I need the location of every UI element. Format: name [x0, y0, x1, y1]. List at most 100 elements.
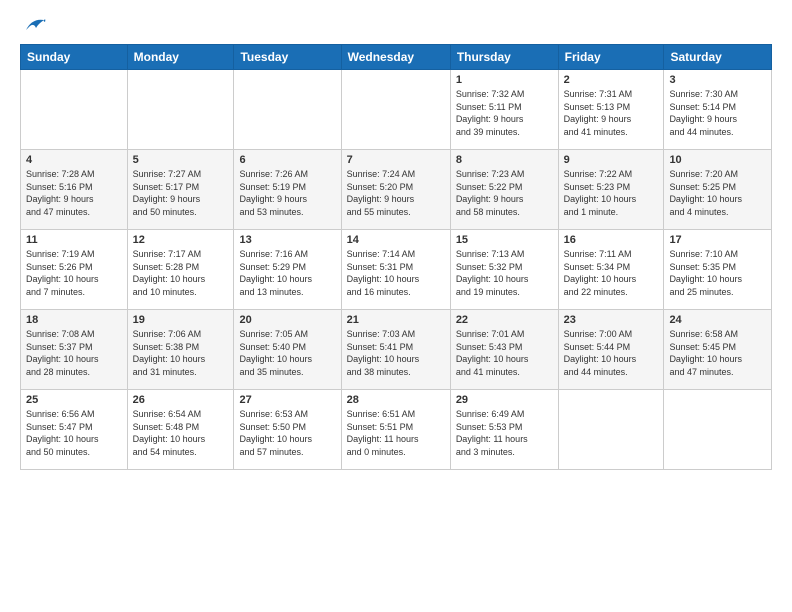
day-number: 15	[456, 234, 553, 246]
day-info: Sunrise: 7:22 AMSunset: 5:23 PMDaylight:…	[564, 168, 659, 218]
table-row: 10 Sunrise: 7:20 AMSunset: 5:25 PMDayligh…	[664, 150, 772, 230]
day-number: 23	[564, 314, 659, 326]
table-row	[127, 70, 234, 150]
table-row: 16 Sunrise: 7:11 AMSunset: 5:34 PMDayligh…	[558, 230, 664, 310]
table-row: 11Sunrise: 7:19 AMSunset: 5:26 PMDayligh…	[21, 230, 128, 310]
day-info: Sunrise: 7:24 AMSunset: 5:20 PMDaylight:…	[347, 168, 445, 218]
day-info: Sunrise: 7:20 AMSunset: 5:25 PMDaylight:…	[669, 168, 766, 218]
table-row	[234, 70, 341, 150]
day-info: Sunrise: 6:49 AMSunset: 5:53 PMDaylight:…	[456, 408, 553, 458]
table-row	[558, 390, 664, 470]
table-row: 7 Sunrise: 7:24 AMSunset: 5:20 PMDaylight…	[341, 150, 450, 230]
day-number: 29	[456, 394, 553, 406]
day-number: 6	[239, 154, 335, 166]
table-row: 2 Sunrise: 7:31 AMSunset: 5:13 PMDaylight…	[558, 70, 664, 150]
day-number: 24	[669, 314, 766, 326]
table-row: 5 Sunrise: 7:27 AMSunset: 5:17 PMDaylight…	[127, 150, 234, 230]
day-info: Sunrise: 7:27 AMSunset: 5:17 PMDaylight:…	[133, 168, 229, 218]
calendar-week-row: 4Sunrise: 7:28 AMSunset: 5:16 PMDaylight…	[21, 150, 772, 230]
day-number: 11	[26, 234, 122, 246]
day-number: 8	[456, 154, 553, 166]
table-row: 18Sunrise: 7:08 AMSunset: 5:37 PMDayligh…	[21, 310, 128, 390]
logo-bird-icon	[24, 16, 46, 34]
day-number: 26	[133, 394, 229, 406]
day-number: 22	[456, 314, 553, 326]
calendar-week-row: 11Sunrise: 7:19 AMSunset: 5:26 PMDayligh…	[21, 230, 772, 310]
day-info: Sunrise: 7:11 AMSunset: 5:34 PMDaylight:…	[564, 248, 659, 298]
table-row: 20 Sunrise: 7:05 AMSunset: 5:40 PMDayligh…	[234, 310, 341, 390]
table-row: 17 Sunrise: 7:10 AMSunset: 5:35 PMDayligh…	[664, 230, 772, 310]
table-row: 22 Sunrise: 7:01 AMSunset: 5:43 PMDayligh…	[450, 310, 558, 390]
day-number: 14	[347, 234, 445, 246]
table-row: 14 Sunrise: 7:14 AMSunset: 5:31 PMDayligh…	[341, 230, 450, 310]
table-row: 21 Sunrise: 7:03 AMSunset: 5:41 PMDayligh…	[341, 310, 450, 390]
day-info: Sunrise: 7:30 AMSunset: 5:14 PMDaylight:…	[669, 88, 766, 138]
day-info: Sunrise: 7:06 AMSunset: 5:38 PMDaylight:…	[133, 328, 229, 378]
table-row: 25Sunrise: 6:56 AMSunset: 5:47 PMDayligh…	[21, 390, 128, 470]
page: Sunday Monday Tuesday Wednesday Thursday…	[0, 0, 792, 612]
col-saturday: Saturday	[664, 45, 772, 70]
day-number: 10	[669, 154, 766, 166]
day-number: 7	[347, 154, 445, 166]
table-row: 3 Sunrise: 7:30 AMSunset: 5:14 PMDaylight…	[664, 70, 772, 150]
day-number: 2	[564, 74, 659, 86]
day-info: Sunrise: 6:54 AMSunset: 5:48 PMDaylight:…	[133, 408, 229, 458]
table-row: 12 Sunrise: 7:17 AMSunset: 5:28 PMDayligh…	[127, 230, 234, 310]
day-number: 9	[564, 154, 659, 166]
day-info: Sunrise: 7:23 AMSunset: 5:22 PMDaylight:…	[456, 168, 553, 218]
table-row	[664, 390, 772, 470]
table-row: 6 Sunrise: 7:26 AMSunset: 5:19 PMDaylight…	[234, 150, 341, 230]
day-info: Sunrise: 7:31 AMSunset: 5:13 PMDaylight:…	[564, 88, 659, 138]
day-info: Sunrise: 7:00 AMSunset: 5:44 PMDaylight:…	[564, 328, 659, 378]
col-wednesday: Wednesday	[341, 45, 450, 70]
table-row: 27 Sunrise: 6:53 AMSunset: 5:50 PMDayligh…	[234, 390, 341, 470]
day-number: 27	[239, 394, 335, 406]
table-row: 8 Sunrise: 7:23 AMSunset: 5:22 PMDaylight…	[450, 150, 558, 230]
day-number: 1	[456, 74, 553, 86]
day-number: 17	[669, 234, 766, 246]
day-number: 3	[669, 74, 766, 86]
calendar-week-row: 18Sunrise: 7:08 AMSunset: 5:37 PMDayligh…	[21, 310, 772, 390]
day-info: Sunrise: 7:17 AMSunset: 5:28 PMDaylight:…	[133, 248, 229, 298]
table-row: 26 Sunrise: 6:54 AMSunset: 5:48 PMDayligh…	[127, 390, 234, 470]
day-info: Sunrise: 7:32 AMSunset: 5:11 PMDaylight:…	[456, 88, 553, 138]
day-info: Sunrise: 7:13 AMSunset: 5:32 PMDaylight:…	[456, 248, 553, 298]
day-number: 4	[26, 154, 122, 166]
day-info: Sunrise: 7:14 AMSunset: 5:31 PMDaylight:…	[347, 248, 445, 298]
table-row: 29 Sunrise: 6:49 AMSunset: 5:53 PMDayligh…	[450, 390, 558, 470]
day-number: 28	[347, 394, 445, 406]
table-row: 9 Sunrise: 7:22 AMSunset: 5:23 PMDaylight…	[558, 150, 664, 230]
table-row: 1 Sunrise: 7:32 AMSunset: 5:11 PMDaylight…	[450, 70, 558, 150]
calendar-table: Sunday Monday Tuesday Wednesday Thursday…	[20, 44, 772, 470]
day-info: Sunrise: 7:10 AMSunset: 5:35 PMDaylight:…	[669, 248, 766, 298]
col-monday: Monday	[127, 45, 234, 70]
day-info: Sunrise: 7:03 AMSunset: 5:41 PMDaylight:…	[347, 328, 445, 378]
col-sunday: Sunday	[21, 45, 128, 70]
day-number: 20	[239, 314, 335, 326]
day-info: Sunrise: 6:53 AMSunset: 5:50 PMDaylight:…	[239, 408, 335, 458]
table-row: 13 Sunrise: 7:16 AMSunset: 5:29 PMDayligh…	[234, 230, 341, 310]
calendar-week-row: 1 Sunrise: 7:32 AMSunset: 5:11 PMDaylight…	[21, 70, 772, 150]
day-info: Sunrise: 6:56 AMSunset: 5:47 PMDaylight:…	[26, 408, 122, 458]
col-friday: Friday	[558, 45, 664, 70]
day-number: 5	[133, 154, 229, 166]
day-info: Sunrise: 6:51 AMSunset: 5:51 PMDaylight:…	[347, 408, 445, 458]
day-number: 21	[347, 314, 445, 326]
col-thursday: Thursday	[450, 45, 558, 70]
day-info: Sunrise: 7:16 AMSunset: 5:29 PMDaylight:…	[239, 248, 335, 298]
day-number: 13	[239, 234, 335, 246]
table-row	[341, 70, 450, 150]
day-info: Sunrise: 6:58 AMSunset: 5:45 PMDaylight:…	[669, 328, 766, 378]
day-number: 18	[26, 314, 122, 326]
table-row: 4Sunrise: 7:28 AMSunset: 5:16 PMDaylight…	[21, 150, 128, 230]
day-info: Sunrise: 7:05 AMSunset: 5:40 PMDaylight:…	[239, 328, 335, 378]
day-info: Sunrise: 7:01 AMSunset: 5:43 PMDaylight:…	[456, 328, 553, 378]
day-info: Sunrise: 7:26 AMSunset: 5:19 PMDaylight:…	[239, 168, 335, 218]
day-number: 12	[133, 234, 229, 246]
table-row: 24 Sunrise: 6:58 AMSunset: 5:45 PMDayligh…	[664, 310, 772, 390]
table-row: 15 Sunrise: 7:13 AMSunset: 5:32 PMDayligh…	[450, 230, 558, 310]
logo	[20, 16, 48, 34]
day-number: 19	[133, 314, 229, 326]
day-number: 16	[564, 234, 659, 246]
table-row: 28 Sunrise: 6:51 AMSunset: 5:51 PMDayligh…	[341, 390, 450, 470]
